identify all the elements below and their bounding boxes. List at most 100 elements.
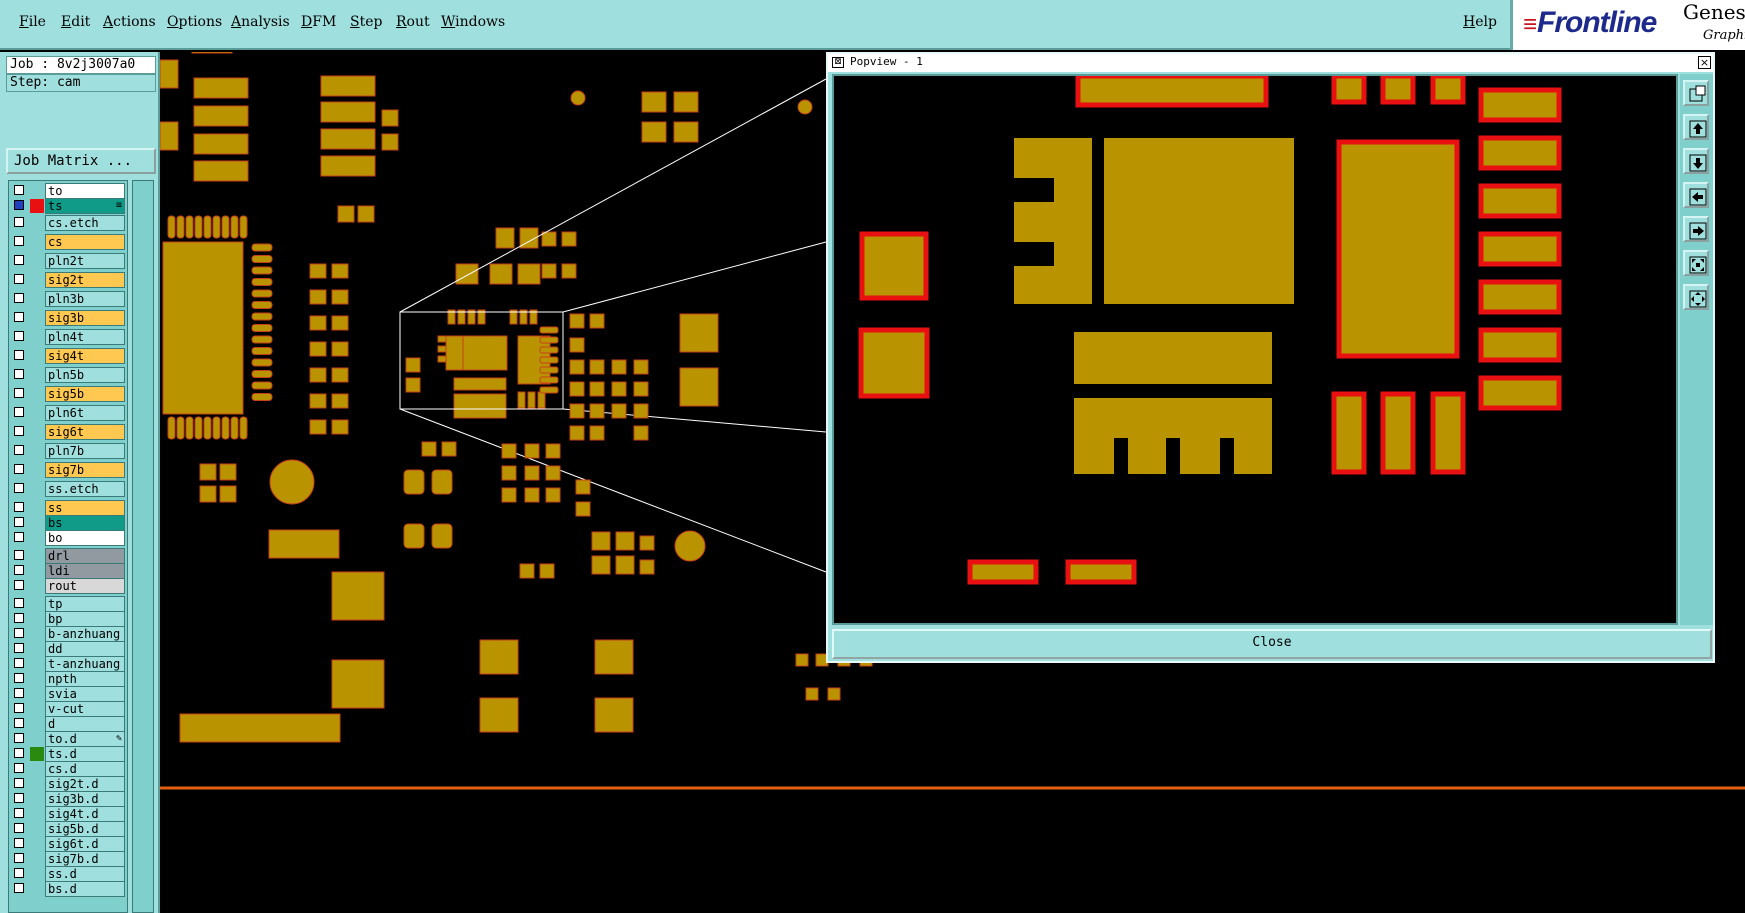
layer-row-dd[interactable]: dd <box>11 641 125 657</box>
menu-help[interactable]: Help <box>1463 14 1497 30</box>
layer-name[interactable]: b-anzhuang <box>45 626 125 642</box>
layer-name[interactable]: ss.d <box>45 866 125 882</box>
layer-name[interactable]: dd <box>45 641 125 657</box>
layer-row-ts[interactable]: ts ≡ <box>11 198 125 214</box>
layer-row-sig6t.d[interactable]: sig6t.d <box>11 836 125 852</box>
layer-checkbox[interactable] <box>14 703 24 713</box>
layer-name[interactable]: pln3b <box>45 291 125 307</box>
layer-row-ss.etch[interactable]: ss.etch <box>11 481 125 497</box>
layer-checkbox[interactable] <box>14 838 24 848</box>
layer-row-bs.d[interactable]: bs.d <box>11 881 125 897</box>
menu-actions[interactable]: Actions <box>103 14 156 30</box>
layer-checkbox[interactable] <box>14 445 24 455</box>
layer-name[interactable]: npth <box>45 671 125 687</box>
layer-name[interactable]: sig7b <box>45 462 125 478</box>
layer-checkbox[interactable] <box>14 823 24 833</box>
layer-checkbox[interactable] <box>14 532 24 542</box>
layer-name[interactable]: sig2t <box>45 272 125 288</box>
layer-name[interactable]: sig6t.d <box>45 836 125 852</box>
layer-row-cs[interactable]: cs <box>11 234 125 250</box>
layer-row-cs.etch[interactable]: cs.etch <box>11 215 125 231</box>
layer-name[interactable]: sig6t <box>45 424 125 440</box>
layer-row-pln2t[interactable]: pln2t <box>11 253 125 269</box>
layer-checkbox[interactable] <box>14 464 24 474</box>
menu-edit[interactable]: Edit <box>61 14 90 30</box>
layer-checkbox[interactable] <box>14 312 24 322</box>
layer-checkbox[interactable] <box>14 200 24 210</box>
layer-row-pln3b[interactable]: pln3b <box>11 291 125 307</box>
layer-row-ts.d[interactable]: ts.d <box>11 746 125 762</box>
layer-checkbox[interactable] <box>14 763 24 773</box>
layer-row-sig5b.d[interactable]: sig5b.d <box>11 821 125 837</box>
menu-analysis[interactable]: Analysis <box>231 14 290 30</box>
layer-row-v-cut[interactable]: v-cut <box>11 701 125 717</box>
popview-titlebar[interactable]: ⊠ Popview - 1 × <box>828 54 1713 72</box>
menu-options[interactable]: Options <box>167 14 222 30</box>
layer-checkbox[interactable] <box>14 185 24 195</box>
layer-row-sig4t[interactable]: sig4t <box>11 348 125 364</box>
layer-row-drl[interactable]: drl <box>11 548 125 564</box>
layer-checkbox[interactable] <box>14 369 24 379</box>
layer-checkbox[interactable] <box>14 350 24 360</box>
layer-checkbox[interactable] <box>14 550 24 560</box>
layer-checkbox[interactable] <box>14 517 24 527</box>
layer-row-sig7b[interactable]: sig7b <box>11 462 125 478</box>
layer-checkbox[interactable] <box>14 293 24 303</box>
layer-row-tp[interactable]: tp <box>11 596 125 612</box>
layer-name[interactable]: sig4t <box>45 348 125 364</box>
menu-file[interactable]: File <box>19 14 46 30</box>
layer-checkbox[interactable] <box>14 733 24 743</box>
layer-row-to.d[interactable]: to.d ✎ <box>11 731 125 747</box>
layer-row-sig7b.d[interactable]: sig7b.d <box>11 851 125 867</box>
layer-row-pln7b[interactable]: pln7b <box>11 443 125 459</box>
layer-checkbox[interactable] <box>14 388 24 398</box>
layer-checkbox[interactable] <box>14 274 24 284</box>
layer-checkbox[interactable] <box>14 331 24 341</box>
layer-row-sig3b[interactable]: sig3b <box>11 310 125 326</box>
layer-checkbox[interactable] <box>14 613 24 623</box>
layer-checkbox[interactable] <box>14 778 24 788</box>
layer-row-b-anzhuang[interactable]: b-anzhuang <box>11 626 125 642</box>
layer-checkbox[interactable] <box>14 426 24 436</box>
layer-name[interactable]: tp <box>45 596 125 612</box>
layer-checkbox[interactable] <box>14 688 24 698</box>
layer-checkbox[interactable] <box>14 673 24 683</box>
layer-name[interactable]: sig5b <box>45 386 125 402</box>
layer-name[interactable]: sig3b.d <box>45 791 125 807</box>
arrow-right-button[interactable] <box>1683 216 1709 242</box>
layer-row-pln6t[interactable]: pln6t <box>11 405 125 421</box>
layer-name[interactable]: sig7b.d <box>45 851 125 867</box>
layer-checkbox[interactable] <box>14 236 24 246</box>
layer-checkbox[interactable] <box>14 748 24 758</box>
layer-row-bo[interactable]: bo <box>11 530 125 546</box>
layer-name[interactable]: rout <box>45 578 125 594</box>
layer-checkbox[interactable] <box>14 658 24 668</box>
layer-name[interactable]: pln4t <box>45 329 125 345</box>
layer-name[interactable]: ss <box>45 500 125 516</box>
layer-checkbox[interactable] <box>14 217 24 227</box>
layer-checkbox[interactable] <box>14 808 24 818</box>
menu-rout[interactable]: Rout <box>396 14 430 30</box>
popview-close-button[interactable]: Close <box>832 629 1712 659</box>
menu-dfm[interactable]: DFM <box>301 14 336 30</box>
layer-name[interactable]: to.d ✎ <box>45 731 125 747</box>
layer-checkbox[interactable] <box>14 883 24 893</box>
layer-name[interactable]: drl <box>45 548 125 564</box>
layer-checkbox[interactable] <box>14 580 24 590</box>
menu-step[interactable]: Step <box>350 14 382 30</box>
layer-row-sig2t[interactable]: sig2t <box>11 272 125 288</box>
layer-row-pln5b[interactable]: pln5b <box>11 367 125 383</box>
layer-checkbox[interactable] <box>14 628 24 638</box>
layer-row-sig3b.d[interactable]: sig3b.d <box>11 791 125 807</box>
layer-name[interactable]: pln6t <box>45 405 125 421</box>
layer-name[interactable]: sig2t.d <box>45 776 125 792</box>
layer-name[interactable]: d <box>45 716 125 732</box>
layer-row-ss[interactable]: ss <box>11 500 125 516</box>
layer-name[interactable]: bo <box>45 530 125 546</box>
layer-row-to[interactable]: to <box>11 183 125 199</box>
layer-name[interactable]: ldi <box>45 563 125 579</box>
layer-checkbox[interactable] <box>14 643 24 653</box>
layer-checkbox[interactable] <box>14 718 24 728</box>
layer-checkbox[interactable] <box>14 502 24 512</box>
layer-row-d[interactable]: d <box>11 716 125 732</box>
